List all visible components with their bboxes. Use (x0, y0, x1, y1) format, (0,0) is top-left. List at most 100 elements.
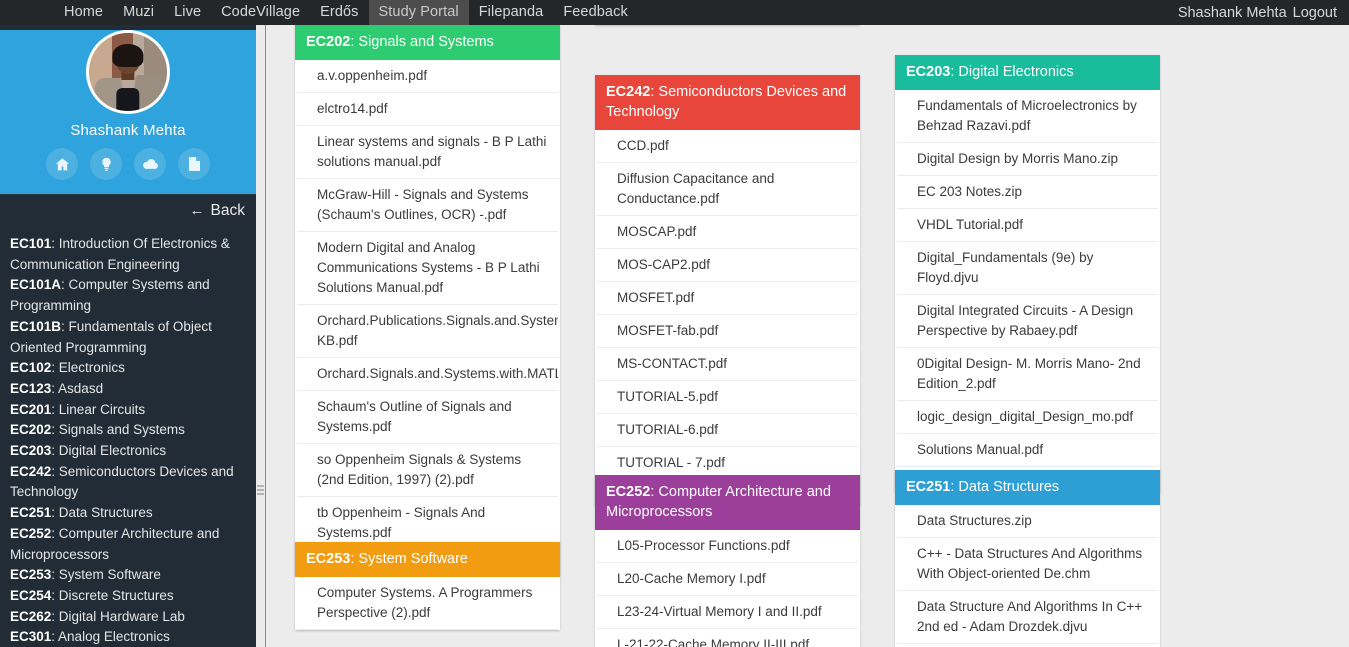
card-header[interactable]: EC203: Digital Electronics (895, 55, 1160, 90)
resize-grip-icon (257, 485, 264, 495)
file-item[interactable]: TUTORIAL-6.pdf (597, 414, 858, 447)
course-code: EC251 (10, 505, 52, 521)
nav-item-erd-s[interactable]: Erdős (310, 0, 368, 25)
card-header[interactable]: EC202: Signals and Systems (295, 25, 560, 60)
lightbulb-icon-button[interactable] (90, 148, 122, 180)
sidebar-course-ec101b[interactable]: EC101B: Fundamentals of Object Oriented … (0, 317, 256, 358)
file-item[interactable]: C++ - Data Structures And Algorithms Wit… (897, 538, 1158, 591)
back-label: Back (210, 201, 245, 219)
sidebar-course-ec123[interactable]: EC123: Asdasd (0, 379, 256, 400)
file-item[interactable]: Modern Digital and Analog Communications… (297, 232, 558, 305)
sidebar-course-ec102[interactable]: EC102: Electronics (0, 358, 256, 379)
sidebar-course-ec203[interactable]: EC203: Digital Electronics (0, 441, 256, 462)
sidebar-course-ec101[interactable]: EC101: Introduction Of Electronics & Com… (0, 234, 256, 275)
card-course-code: EC202 (306, 34, 351, 50)
file-item[interactable]: MOS-CAP2.pdf (597, 249, 858, 282)
sidebar-course-ec101a[interactable]: EC101A: Computer Systems and Programming (0, 275, 256, 316)
file-item[interactable]: logic_design_digital_Design_mo.pdf (897, 401, 1158, 434)
nav-item-filepanda[interactable]: Filepanda (469, 0, 554, 25)
card-header[interactable]: EC252: Computer Architecture and Micropr… (595, 475, 860, 530)
nav-item-codevillage[interactable]: CodeVillage (211, 0, 310, 25)
nav-items: Home Muzi Live CodeVillage Erdős Study Portal… (54, 0, 638, 25)
back-button[interactable]: ← Back (0, 194, 256, 226)
course-code: EC102 (10, 360, 52, 376)
file-item[interactable]: MOSFET.pdf (597, 282, 858, 315)
file-item[interactable]: MOSCAP.pdf (597, 216, 858, 249)
sidebar-course-ec262[interactable]: EC262: Digital Hardware Lab (0, 607, 256, 628)
file-item[interactable]: MS-CONTACT.pdf (597, 348, 858, 381)
sidebar-course-ec242[interactable]: EC242: Semiconductors Devices and Techno… (0, 462, 256, 503)
sidebar-resize-handle[interactable] (256, 25, 266, 647)
file-item[interactable]: Diffusion Capacitance and Conductance.pd… (597, 163, 858, 216)
file-item[interactable]: L05-Processor Functions.pdf (597, 530, 858, 563)
file-item[interactable]: MOSFET-fab.pdf (597, 315, 858, 348)
course-card-ec251: EC251: Data Structures Data Structures.zi… (895, 470, 1160, 647)
file-item[interactable]: Digital Integrated Circuits - A Design P… (897, 295, 1158, 348)
course-name: Signals and Systems (58, 422, 185, 438)
avatar (86, 30, 170, 114)
card-header[interactable]: EC251: Data Structures (895, 470, 1160, 505)
home-icon-button[interactable] (46, 148, 78, 180)
file-item[interactable]: VHDL Tutorial.pdf (897, 209, 1158, 242)
file-item[interactable]: Solutions Manual.pdf (897, 434, 1158, 467)
nav-item-live[interactable]: Live (164, 0, 211, 25)
profile-action-buttons (0, 148, 256, 180)
cloud-upload-icon (142, 158, 158, 169)
sidebar-course-ec202[interactable]: EC202: Signals and Systems (0, 420, 256, 441)
card-course-name: Signals and Systems (358, 34, 494, 50)
sidebar-course-ec254[interactable]: EC254: Discrete Structures (0, 586, 256, 607)
file-item[interactable]: McGraw-Hill - Signals and Systems (Schau… (297, 179, 558, 232)
course-name: Data Structures (58, 505, 153, 521)
file-item[interactable]: Data Structure And Algorithms In C++ 2nd… (897, 591, 1158, 644)
top-navigation-bar: Home Muzi Live CodeVillage Erdős Study Portal… (0, 0, 1349, 25)
course-name: Digital Electronics (58, 443, 167, 459)
course-card-ec253: EC253: System Software Computer Systems. … (295, 542, 560, 630)
course-name: Electronics (58, 360, 125, 376)
card-header[interactable]: EC253: System Software (295, 542, 560, 577)
course-cards-area: EC202: Signals and Systems a.v.oppenheim.… (267, 25, 1349, 647)
nav-item-home[interactable]: Home (54, 0, 113, 25)
nav-item-study-portal[interactable]: Study Portal (368, 0, 469, 25)
course-code: EC101 (10, 236, 52, 251)
home-icon (55, 157, 69, 170)
file-item[interactable]: elctro14.pdf (297, 93, 558, 126)
course-code: EC262 (10, 608, 52, 624)
file-item[interactable]: Orchard.Publications.Signals.and.Systems… (297, 305, 558, 358)
sidebar-course-ec252[interactable]: EC252: Computer Architecture and Micropr… (0, 524, 256, 565)
nav-item-muzi[interactable]: Muzi (113, 0, 164, 25)
file-item[interactable]: EC 203 Notes.zip (897, 176, 1158, 209)
file-icon-button[interactable] (178, 148, 210, 180)
course-code: EC202 (10, 422, 52, 438)
file-item[interactable]: Digital_Fundamentals (9e) by Floyd.djvu (897, 242, 1158, 295)
file-item[interactable]: a.v.oppenheim.pdf (297, 60, 558, 93)
course-code: EC252 (10, 525, 52, 541)
file-item[interactable]: TUTORIAL-5.pdf (597, 381, 858, 414)
card-file-list: L05-Processor Functions.pdf L20-Cache Mem… (595, 530, 860, 647)
file-item[interactable]: Digital Design by Morris Mano.zip (897, 143, 1158, 176)
file-item[interactable]: 0Digital Design- M. Morris Mano- 2nd Edi… (897, 348, 1158, 401)
file-item[interactable]: Schaum's Outline of Signals and Systems.… (297, 391, 558, 444)
file-item[interactable]: Computer Systems. A Programmers Perspect… (297, 577, 558, 630)
course-card-ec203: EC203: Digital Electronics Fundamentals o… (895, 55, 1160, 492)
nav-user-area: Shashank Mehta Logout (1178, 0, 1349, 25)
file-item[interactable]: L23-24-Virtual Memory I and II.pdf (597, 596, 858, 629)
course-card-ec252: EC252: Computer Architecture and Micropr… (595, 475, 860, 647)
file-item[interactable]: Fundamentals of Microelectronics by Behz… (897, 90, 1158, 143)
sidebar-course-ec251[interactable]: EC251: Data Structures (0, 503, 256, 524)
sidebar-course-ec253[interactable]: EC253: System Software (0, 565, 256, 586)
file-item[interactable]: Orchard.Signals.and.Systems.with.MATLAB.… (297, 358, 558, 391)
nav-item-feedback[interactable]: Feedback (553, 0, 637, 25)
sidebar-course-ec301[interactable]: EC301: Analog Electronics (0, 627, 256, 647)
file-item[interactable]: CCD.pdf (597, 130, 858, 163)
file-item[interactable]: Data Structures.zip (897, 505, 1158, 538)
file-item[interactable]: so Oppenheim Signals & Systems (2nd Edit… (297, 444, 558, 497)
cloud-upload-icon-button[interactable] (134, 148, 166, 180)
sidebar-course-ec201[interactable]: EC201: Linear Circuits (0, 400, 256, 421)
file-item[interactable]: L20-Cache Memory I.pdf (597, 563, 858, 596)
course-code: EC123 (10, 380, 52, 396)
logout-link[interactable]: Logout (1293, 5, 1337, 21)
file-item[interactable]: L-21-22-Cache Memory II-III.pdf (597, 629, 858, 647)
file-item[interactable]: Linear systems and signals - B P Lathi s… (297, 126, 558, 179)
card-header[interactable]: EC242: Semiconductors Devices and Techno… (595, 75, 860, 130)
back-arrow-icon: ← (189, 202, 205, 219)
